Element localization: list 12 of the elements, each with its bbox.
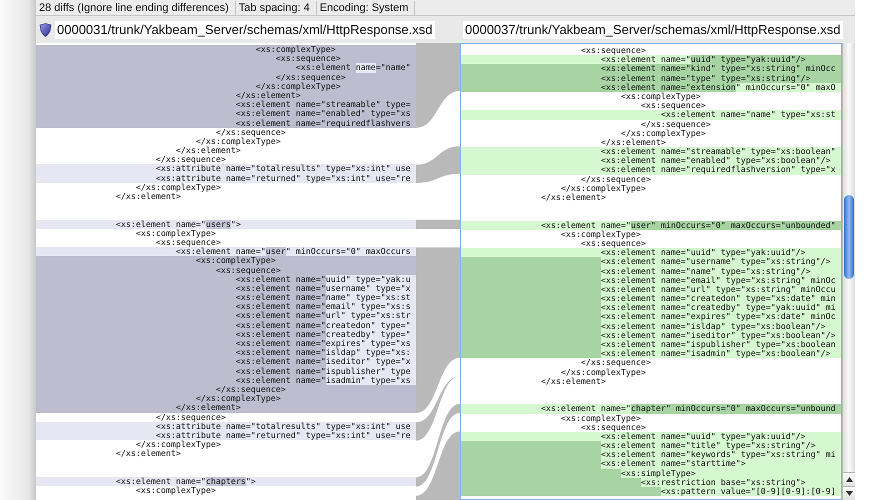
file-path: 0000031/trunk/Yakbeam_Server/schemas/xml/HttpResponse.xsd <box>55 20 435 38</box>
status-text: 28 diffs (Ignore line ending differences) <box>36 0 236 14</box>
scroll-down-button[interactable] <box>843 486 855 500</box>
scroll-up-button[interactable] <box>843 472 855 486</box>
scrollbar-thumb[interactable] <box>844 195 854 279</box>
status-text: Tab spacing: 4 <box>236 0 317 14</box>
down-arrow-icon <box>846 491 852 496</box>
file-path: 0000037/trunk/Yakbeam_Server/schemas/xml/HttpResponse.xsd <box>463 20 843 38</box>
shield-icon <box>39 22 52 36</box>
scrollbar[interactable] <box>842 43 855 500</box>
up-arrow-icon <box>846 477 852 482</box>
status-text: Encoding: System <box>316 0 416 14</box>
